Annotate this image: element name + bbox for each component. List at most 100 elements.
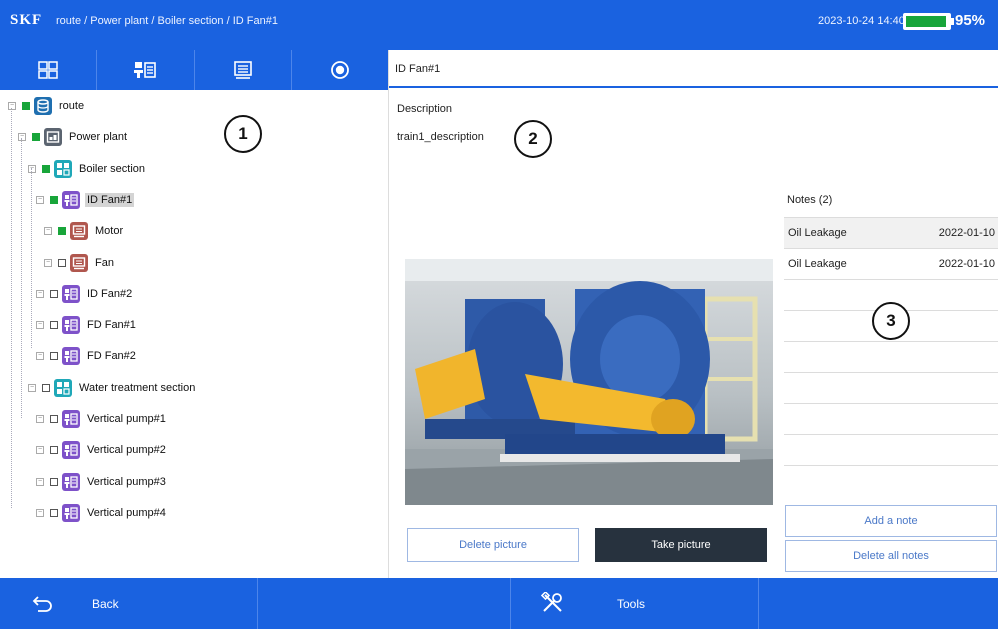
tab-grid-view[interactable] bbox=[0, 50, 98, 90]
tree-guide-line bbox=[11, 108, 12, 508]
tree-node-label: Vertical pump#4 bbox=[87, 506, 166, 519]
note-row[interactable]: Oil Leakage 2022-01-10 bbox=[784, 248, 998, 279]
checkbox-unchecked[interactable] bbox=[50, 477, 58, 486]
note-row[interactable]: Oil Leakage 2022-01-10 bbox=[784, 217, 998, 248]
notes-title: Notes (2) bbox=[787, 194, 833, 206]
expand-toggle-icon[interactable]: − bbox=[28, 164, 36, 173]
checkbox-checked[interactable] bbox=[42, 164, 50, 173]
tree-node-label: ID Fan#2 bbox=[87, 287, 133, 300]
expand-toggle-icon[interactable]: − bbox=[36, 352, 44, 361]
database-icon bbox=[34, 97, 52, 115]
tree-node[interactable]: − Motor bbox=[44, 220, 125, 242]
checkbox-unchecked[interactable] bbox=[42, 383, 50, 392]
expand-toggle-icon[interactable]: − bbox=[18, 133, 26, 142]
tree-node[interactable]: − FD Fan#2 bbox=[36, 345, 138, 367]
expand-toggle-icon[interactable]: − bbox=[28, 383, 36, 392]
section-icon bbox=[54, 378, 72, 397]
machine-icon bbox=[62, 190, 80, 209]
tree-node-label: Power plant bbox=[69, 131, 128, 144]
tree-node[interactable]: − Fan bbox=[44, 252, 116, 274]
notes-list: Oil Leakage 2022-01-10 Oil Leakage 2022-01-… bbox=[784, 217, 998, 496]
expand-toggle-icon[interactable]: − bbox=[36, 446, 44, 455]
tree-node[interactable]: − Vertical pump#3 bbox=[36, 471, 168, 493]
expand-toggle-icon[interactable]: − bbox=[36, 195, 44, 204]
tree-node[interactable]: − route bbox=[8, 95, 86, 117]
tree-node[interactable]: − ID Fan#1 bbox=[36, 189, 135, 211]
expand-toggle-icon[interactable]: − bbox=[36, 477, 44, 486]
note-row-empty bbox=[784, 341, 998, 372]
machine-photo bbox=[405, 259, 773, 505]
battery-level bbox=[906, 16, 946, 27]
tree-node[interactable]: − Vertical pump#1 bbox=[36, 408, 168, 430]
tree-node[interactable]: − FD Fan#1 bbox=[36, 314, 138, 336]
tools-label: Tools bbox=[617, 597, 646, 611]
record-icon bbox=[330, 61, 349, 79]
tree-node[interactable]: − Boiler section bbox=[28, 158, 147, 180]
tree-node-label: Fan bbox=[95, 256, 114, 269]
battery-icon bbox=[903, 13, 951, 30]
battery-cap bbox=[951, 18, 954, 25]
tree-node-label: Vertical pump#2 bbox=[87, 444, 166, 457]
checkbox-unchecked[interactable] bbox=[58, 258, 66, 267]
tree-node[interactable]: − Power plant bbox=[18, 126, 129, 148]
delete-all-notes-button[interactable]: Delete all notes bbox=[785, 540, 997, 572]
note-row-empty bbox=[784, 372, 998, 403]
tools-button[interactable]: Tools bbox=[511, 578, 759, 629]
description-label: Description bbox=[397, 103, 453, 115]
tree-node[interactable]: − Vertical pump#4 bbox=[36, 502, 168, 524]
tab-component[interactable] bbox=[194, 50, 292, 90]
tab-machine-tree[interactable] bbox=[97, 50, 195, 90]
expand-toggle-icon[interactable]: − bbox=[36, 508, 44, 517]
tree-node-label: Vertical pump#1 bbox=[87, 413, 166, 425]
component-icon bbox=[233, 61, 252, 79]
expand-toggle-icon[interactable]: − bbox=[36, 321, 44, 330]
delete-picture-button[interactable]: Delete picture bbox=[407, 528, 579, 562]
note-date: 2022-01-10 bbox=[938, 227, 995, 239]
tab-record[interactable] bbox=[291, 50, 388, 90]
motor-icon bbox=[70, 222, 88, 241]
expand-toggle-icon[interactable]: − bbox=[36, 289, 44, 298]
expand-toggle-icon[interactable]: − bbox=[44, 227, 52, 236]
checkbox-checked[interactable] bbox=[58, 227, 66, 236]
back-arrow-icon bbox=[32, 596, 52, 612]
checkbox-checked[interactable] bbox=[32, 133, 40, 142]
top-bar: SKF route / Power plant / Boiler section… bbox=[0, 0, 998, 50]
tree-node[interactable]: − ID Fan#2 bbox=[36, 283, 134, 305]
machine-icon bbox=[62, 441, 80, 460]
description-value[interactable]: train1_description bbox=[397, 131, 484, 143]
tree-node-label: Water treatment section bbox=[79, 381, 196, 394]
add-note-button[interactable]: Add a note bbox=[785, 505, 997, 537]
checkbox-checked[interactable] bbox=[50, 195, 58, 204]
checkbox-unchecked[interactable] bbox=[50, 289, 58, 298]
checkbox-checked[interactable] bbox=[22, 102, 30, 110]
tree-node[interactable]: − Vertical pump#2 bbox=[36, 439, 168, 461]
expand-toggle-icon[interactable]: − bbox=[44, 258, 52, 267]
note-date: 2022-01-10 bbox=[938, 258, 995, 270]
breadcrumb: route / Power plant / Boiler section / I… bbox=[56, 15, 278, 27]
grid-view-icon bbox=[38, 61, 58, 79]
tree-node-label: Boiler section bbox=[79, 162, 146, 175]
detail-title: ID Fan#1 bbox=[395, 63, 441, 75]
back-button[interactable]: Back bbox=[0, 578, 258, 629]
checkbox-unchecked[interactable] bbox=[50, 321, 58, 330]
datetime: 2023-10-24 14:40 bbox=[818, 15, 905, 27]
checkbox-unchecked[interactable] bbox=[50, 415, 58, 423]
machine-icon bbox=[62, 347, 80, 366]
checkbox-unchecked[interactable] bbox=[50, 352, 58, 361]
checkbox-unchecked[interactable] bbox=[50, 446, 58, 455]
note-text: Oil Leakage bbox=[788, 258, 847, 270]
tree-node-label: route bbox=[59, 100, 85, 112]
machine-icon bbox=[62, 410, 80, 428]
tree-node[interactable]: − Water treatment section bbox=[28, 377, 197, 399]
take-picture-button[interactable]: Take picture bbox=[595, 528, 767, 562]
tree-node-label: FD Fan#1 bbox=[87, 319, 136, 332]
machine-icon bbox=[62, 316, 80, 335]
expand-toggle-icon[interactable]: − bbox=[8, 102, 16, 110]
note-row-empty bbox=[784, 403, 998, 434]
expand-toggle-icon[interactable]: − bbox=[36, 415, 44, 423]
back-label: Back bbox=[92, 597, 119, 611]
checkbox-unchecked[interactable] bbox=[50, 508, 58, 517]
tree-node-label: Vertical pump#3 bbox=[87, 475, 166, 488]
detail-title-row: ID Fan#1 bbox=[389, 50, 998, 88]
note-row-empty bbox=[784, 434, 998, 465]
